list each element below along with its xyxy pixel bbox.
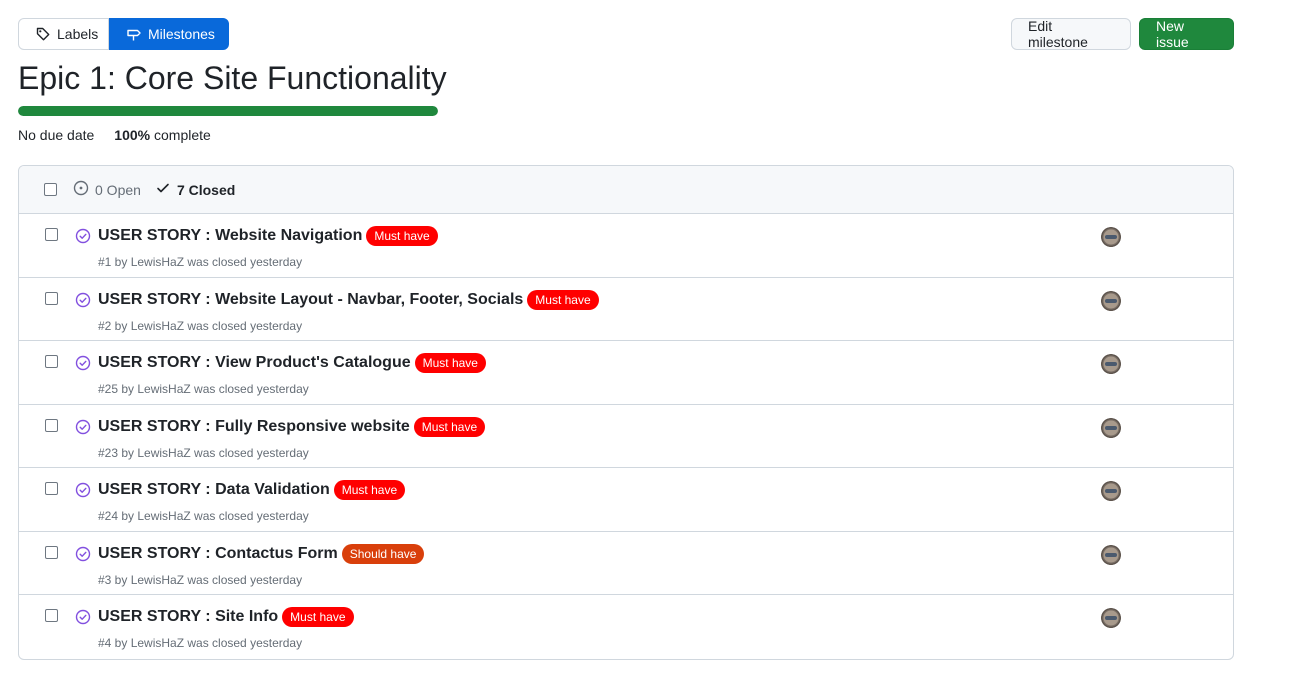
milestone-meta: No due date 100% complete (18, 127, 211, 143)
top-bar: Labels Milestones Edit milestone New iss… (18, 18, 1234, 50)
issue-meta: #23 by LewisHaZ was closed yesterday (98, 445, 309, 460)
issue-checkbox[interactable] (45, 291, 58, 305)
issue-title-link[interactable]: USER STORY : Site Info (98, 608, 278, 626)
issue-title-line: USER STORY : Site Info Must have (98, 607, 354, 627)
edit-milestone-button[interactable]: Edit milestone (1011, 18, 1131, 50)
issue-list-header: 0 Open 7 Closed (19, 166, 1233, 214)
issue-meta: #3 by LewisHaZ was closed yesterday (98, 572, 303, 587)
milestone-title: Epic 1: Core Site Functionality (18, 60, 447, 96)
issue-label[interactable]: Must have (282, 607, 354, 627)
issue-title-line: USER STORY : View Product's Catalogue Mu… (98, 353, 486, 373)
issue-closed-icon (75, 419, 91, 438)
due-date: No due date (18, 127, 95, 143)
issue-row: USER STORY : Website Navigation Must hav… (19, 214, 1233, 278)
select-all-checkbox[interactable] (44, 183, 57, 196)
assignee-avatar[interactable] (1101, 608, 1121, 628)
milestone-progress-bar (18, 106, 438, 116)
issue-title-line: USER STORY : Data Validation Must have (98, 480, 406, 500)
issue-title-line: USER STORY : Website Layout - Navbar, Fo… (98, 289, 599, 310)
issue-row: USER STORY : Website Layout - Navbar, Fo… (19, 278, 1233, 341)
milestone-icon (126, 26, 142, 42)
issue-closed-icon (75, 609, 91, 628)
issue-meta: #25 by LewisHaZ was closed yesterday (98, 382, 309, 396)
issue-label[interactable]: Must have (333, 480, 406, 500)
completion: 100% complete (114, 127, 211, 143)
issue-closed-icon (75, 228, 91, 247)
assignee-avatar[interactable] (1101, 481, 1121, 501)
issue-label[interactable]: Must have (527, 289, 599, 310)
milestone-progress-fill (18, 106, 438, 116)
completion-word: complete (154, 127, 211, 143)
issue-row: USER STORY : Fully Responsive website Mu… (19, 405, 1233, 468)
issue-meta: #1 by LewisHaZ was closed yesterday (98, 255, 303, 269)
assignee-avatar[interactable] (1101, 354, 1121, 374)
issue-open-icon (73, 180, 89, 199)
new-issue-button[interactable]: New issue (1139, 18, 1234, 50)
assignee-avatar[interactable] (1101, 544, 1121, 565)
completion-percent: 100% (114, 127, 151, 143)
issue-checkbox[interactable] (45, 228, 58, 241)
issue-meta: #24 by LewisHaZ was closed yesterday (98, 509, 309, 523)
issue-row: USER STORY : Data Validation Must have #… (19, 468, 1233, 532)
issue-title-line: USER STORY : Website Navigation Must hav… (98, 226, 438, 246)
issue-checkbox[interactable] (45, 355, 58, 368)
milestones-tab-label: Milestones (148, 26, 215, 42)
issue-checkbox[interactable] (45, 545, 58, 559)
open-count: 0 Open (95, 181, 141, 198)
issue-title-line: USER STORY : Contactus Form Should have (98, 543, 425, 564)
issue-row: USER STORY : Site Info Must have #4 by L… (19, 595, 1233, 659)
issue-label[interactable]: Must have (414, 353, 486, 373)
closed-count: 7 Closed (176, 181, 236, 198)
header-actions: Edit milestone New issue (1011, 18, 1234, 50)
labels-milestones-switch: Labels Milestones (18, 18, 229, 50)
issue-title-link[interactable]: USER STORY : View Product's Catalogue (98, 354, 411, 372)
assignee-avatar[interactable] (1101, 227, 1121, 247)
issue-label[interactable]: Should have (341, 543, 425, 564)
labels-tab-label: Labels (57, 26, 99, 42)
check-icon (155, 180, 171, 199)
issue-label[interactable]: Must have (366, 226, 438, 246)
issue-title-link[interactable]: USER STORY : Website Layout - Navbar, Fo… (98, 291, 523, 309)
issue-checkbox[interactable] (45, 609, 58, 622)
assignee-avatar[interactable] (1101, 417, 1121, 438)
labels-tab[interactable]: Labels (18, 18, 109, 50)
issue-closed-icon (75, 482, 91, 501)
issue-label[interactable]: Must have (413, 416, 486, 437)
issue-closed-icon (75, 292, 91, 311)
issue-checkbox[interactable] (45, 418, 58, 432)
issue-title-link[interactable]: USER STORY : Fully Responsive website (98, 418, 410, 436)
open-filter[interactable]: 0 Open (73, 180, 141, 199)
issue-meta: #2 by LewisHaZ was closed yesterday (98, 318, 303, 333)
issue-title-link[interactable]: USER STORY : Contactus Form (98, 545, 338, 563)
closed-filter[interactable]: 7 Closed (155, 180, 235, 199)
tag-icon (35, 26, 51, 42)
assignee-avatar[interactable] (1101, 290, 1121, 311)
issue-list: 0 Open 7 Closed USER STORY : Website Nav… (18, 165, 1234, 660)
issue-title-line: USER STORY : Fully Responsive website Mu… (98, 416, 486, 437)
issue-title-link[interactable]: USER STORY : Website Navigation (98, 227, 362, 245)
issue-checkbox[interactable] (45, 482, 58, 495)
issue-meta: #4 by LewisHaZ was closed yesterday (98, 636, 303, 650)
milestones-tab[interactable]: Milestones (109, 18, 229, 50)
issue-title-link[interactable]: USER STORY : Data Validation (98, 481, 330, 499)
issue-rows: USER STORY : Website Navigation Must hav… (19, 214, 1233, 659)
issue-row: USER STORY : View Product's Catalogue Mu… (19, 341, 1233, 405)
issue-row: USER STORY : Contactus Form Should have … (19, 532, 1233, 595)
issue-closed-icon (75, 546, 91, 565)
issue-closed-icon (75, 355, 91, 374)
